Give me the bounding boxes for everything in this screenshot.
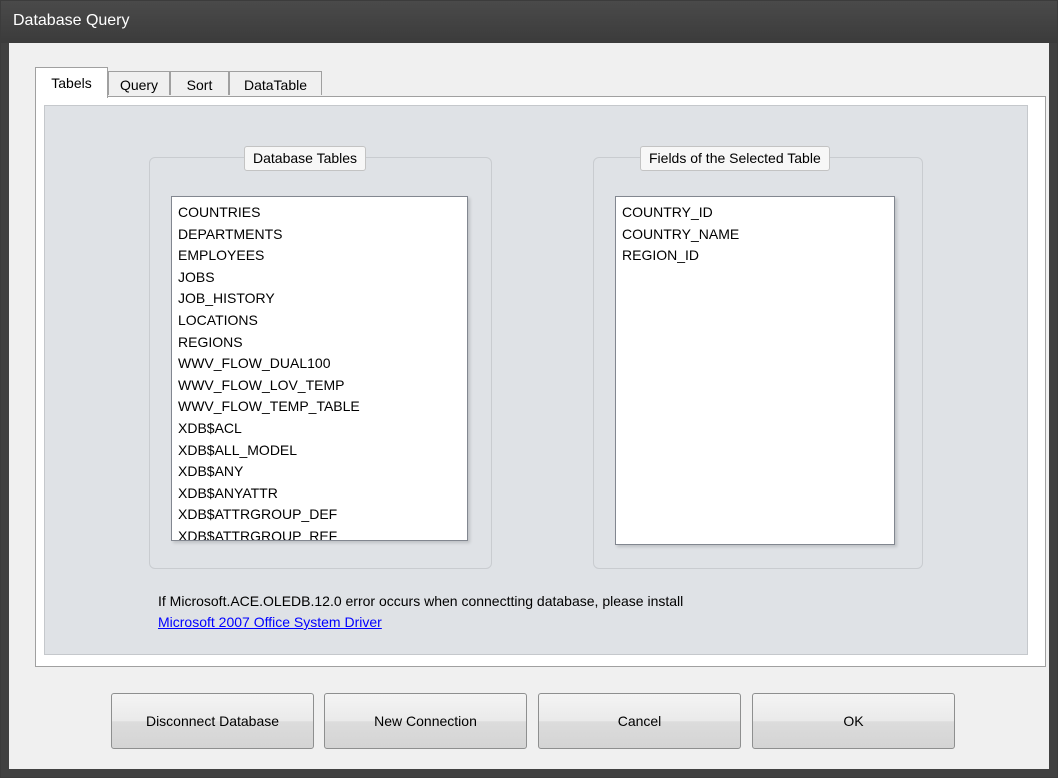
fields-label: Fields of the Selected Table (640, 146, 830, 171)
driver-note-text: If Microsoft.ACE.OLEDB.12.0 error occurs… (158, 593, 684, 609)
new-connection-button[interactable]: New Connection (324, 693, 527, 749)
list-item[interactable]: XDB$ANYATTR (178, 483, 461, 505)
list-item[interactable]: XDB$ALL_MODEL (178, 440, 461, 462)
database-tables-list[interactable]: COUNTRIES DEPARTMENTS EMPLOYEES JOBS JOB… (171, 196, 468, 541)
cancel-button[interactable]: Cancel (538, 693, 741, 749)
list-item[interactable]: XDB$ANY (178, 461, 461, 483)
list-item[interactable]: WWV_FLOW_TEMP_TABLE (178, 396, 461, 418)
tab-datatable[interactable]: DataTable (229, 71, 322, 95)
list-item[interactable]: COUNTRY_NAME (622, 224, 888, 246)
list-item[interactable]: JOB_HISTORY (178, 288, 461, 310)
tab-sort[interactable]: Sort (170, 71, 229, 95)
list-item[interactable]: JOBS (178, 267, 461, 289)
disconnect-database-button[interactable]: Disconnect Database (111, 693, 314, 749)
window-frame-right (1049, 43, 1057, 777)
list-item[interactable]: XDB$ATTRGROUP_DEF (178, 504, 461, 526)
list-item[interactable]: REGION_ID (622, 245, 888, 267)
list-item[interactable]: DEPARTMENTS (178, 224, 461, 246)
list-item[interactable]: XDB$ACL (178, 418, 461, 440)
list-item[interactable]: WWV_FLOW_LOV_TEMP (178, 375, 461, 397)
database-query-window: Database Query Tabels Query Sort DataTab… (0, 0, 1058, 778)
list-item[interactable]: LOCATIONS (178, 310, 461, 332)
list-item[interactable]: REGIONS (178, 332, 461, 354)
driver-download-link[interactable]: Microsoft 2007 Office System Driver (158, 614, 382, 630)
tab-tabels[interactable]: Tabels (35, 67, 108, 98)
database-tables-label: Database Tables (244, 146, 367, 171)
ok-button[interactable]: OK (752, 693, 955, 749)
window-frame-left (1, 43, 9, 777)
title-bar[interactable]: Database Query (1, 1, 1057, 43)
fields-list[interactable]: COUNTRY_ID COUNTRY_NAME REGION_ID (615, 196, 895, 545)
list-item[interactable]: XDB$ATTRGROUP_REF (178, 526, 461, 540)
window-title: Database Query (13, 12, 130, 29)
list-item[interactable]: COUNTRY_ID (622, 202, 888, 224)
tab-query[interactable]: Query (108, 71, 170, 95)
list-item[interactable]: EMPLOYEES (178, 245, 461, 267)
list-item[interactable]: WWV_FLOW_DUAL100 (178, 353, 461, 375)
list-item[interactable]: COUNTRIES (178, 202, 461, 224)
window-frame-bottom (1, 769, 1057, 777)
